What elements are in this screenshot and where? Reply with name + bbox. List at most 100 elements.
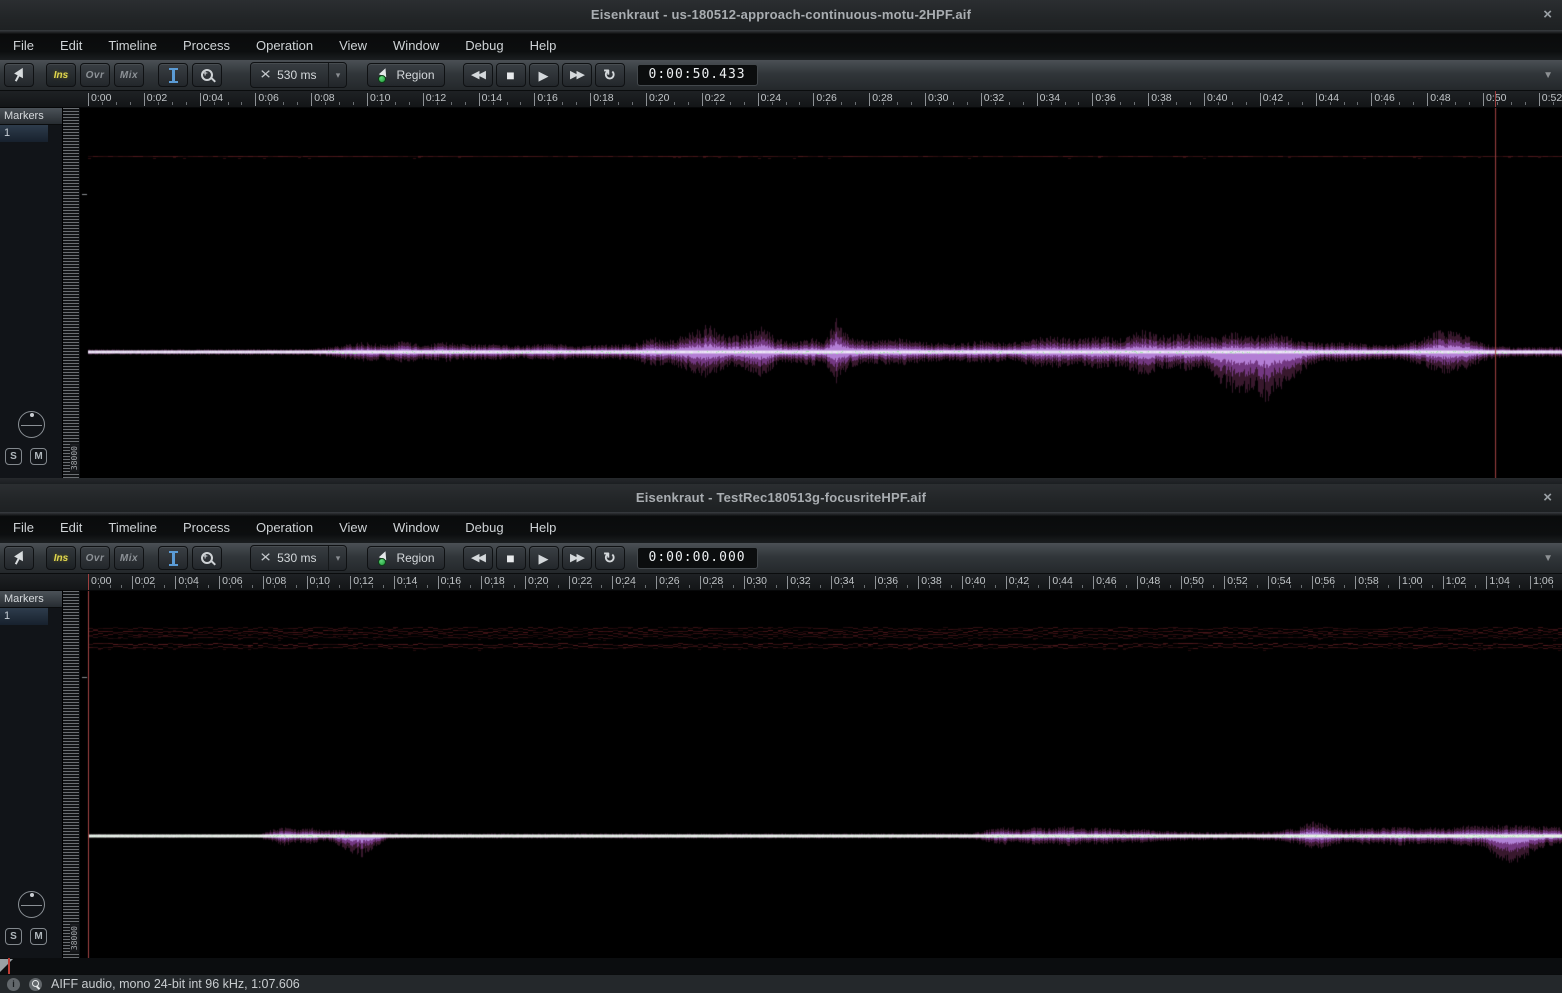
vertical-zoom-strip[interactable]: 38000 bbox=[62, 591, 79, 958]
timeline-ruler[interactable]: 0:000:020:040:060:080:100:120:140:160:18… bbox=[0, 574, 1562, 591]
loop-button[interactable]: ↻ bbox=[595, 546, 625, 570]
ruler-major-tick bbox=[918, 576, 919, 589]
marker-row[interactable]: 1 bbox=[0, 125, 48, 142]
playhead-cursor bbox=[1495, 91, 1496, 108]
ruler-minor-tick bbox=[1134, 102, 1135, 105]
ruler-minor-tick bbox=[208, 585, 209, 588]
menu-operation[interactable]: Operation bbox=[243, 30, 326, 60]
waveform-display[interactable] bbox=[80, 591, 1562, 958]
menu-process[interactable]: Process bbox=[170, 30, 243, 60]
fast-forward-button[interactable]: ▶▶ bbox=[562, 546, 592, 570]
text-cursor-tool-button[interactable] bbox=[158, 546, 188, 570]
menu-file[interactable]: File bbox=[0, 30, 47, 60]
time-display[interactable]: 0:00:00.000 bbox=[637, 547, 758, 569]
menu-edit[interactable]: Edit bbox=[47, 512, 95, 543]
menu-debug[interactable]: Debug bbox=[452, 512, 516, 543]
ruler-minor-tick bbox=[110, 585, 111, 588]
ruler-minor-tick bbox=[1301, 585, 1302, 588]
menu-window[interactable]: Window bbox=[380, 512, 452, 543]
plus-icon: + bbox=[203, 551, 208, 561]
timeline-ruler[interactable]: 0:000:020:040:060:080:100:120:140:160:18… bbox=[0, 91, 1562, 108]
marker-row[interactable]: 1 bbox=[0, 608, 48, 625]
menu-view[interactable]: View bbox=[326, 512, 380, 543]
ruler-time-label: 0:48 bbox=[1140, 575, 1160, 587]
mute-button[interactable]: M bbox=[30, 448, 47, 465]
waveform-display[interactable] bbox=[80, 108, 1562, 478]
ruler-minor-tick bbox=[317, 585, 318, 588]
overwrite-mode-button[interactable]: Ovr bbox=[80, 63, 110, 87]
ruler-time-label: 0:44 bbox=[1052, 575, 1072, 587]
vertical-zoom-strip[interactable]: 38000 bbox=[62, 108, 79, 478]
ruler-minor-tick bbox=[1288, 102, 1289, 105]
zoom-tool-button[interactable]: + bbox=[192, 63, 222, 87]
blend-time-dropdown[interactable]: × 530 ms ▾ bbox=[250, 62, 347, 88]
editor-window: Eisenkraut - TestRec180513g-focusriteHPF… bbox=[0, 484, 1562, 993]
text-cursor-tool-button[interactable] bbox=[158, 63, 188, 87]
ruler-time-label: 0:04 bbox=[178, 575, 198, 587]
zoom-tool-button[interactable]: + bbox=[192, 546, 222, 570]
loop-button[interactable]: ↻ bbox=[595, 63, 625, 87]
menu-view[interactable]: View bbox=[326, 30, 380, 60]
menu-operation[interactable]: Operation bbox=[243, 512, 326, 543]
menu-help[interactable]: Help bbox=[517, 512, 570, 543]
ruler-minor-tick bbox=[1519, 585, 1520, 588]
ruler-minor-tick bbox=[911, 102, 912, 105]
ruler-major-tick bbox=[479, 93, 480, 106]
ruler-minor-tick bbox=[1235, 585, 1236, 588]
ruler-major-tick bbox=[1181, 576, 1182, 589]
window-titlebar[interactable]: Eisenkraut - us-180512-approach-continuo… bbox=[0, 0, 1562, 30]
blend-time-value: 530 ms bbox=[277, 68, 328, 82]
ruler-major-tick bbox=[569, 576, 570, 589]
ruler-time-label: 0:08 bbox=[266, 575, 286, 587]
region-button[interactable]: Region bbox=[367, 63, 444, 87]
menu-edit[interactable]: Edit bbox=[47, 30, 95, 60]
pan-knob[interactable] bbox=[18, 891, 45, 918]
ruler-minor-tick bbox=[492, 585, 493, 588]
window-title: Eisenkraut - us-180512-approach-continuo… bbox=[591, 7, 971, 22]
menu-process[interactable]: Process bbox=[170, 512, 243, 543]
play-button[interactable]: ▶ bbox=[529, 546, 559, 570]
chevron-down-icon[interactable]: ▾ bbox=[328, 63, 346, 87]
blend-time-dropdown[interactable]: × 530 ms ▾ bbox=[250, 545, 347, 571]
ruler-minor-tick bbox=[548, 102, 549, 105]
play-button[interactable]: ▶ bbox=[529, 63, 559, 87]
solo-button[interactable]: S bbox=[5, 928, 22, 945]
pointer-tool-button[interactable] bbox=[4, 63, 34, 87]
mute-button[interactable]: M bbox=[30, 928, 47, 945]
ruler-minor-tick bbox=[1106, 102, 1107, 105]
toolbar-overflow-icon[interactable]: ▼ bbox=[1543, 70, 1553, 81]
ruler-major-tick bbox=[132, 576, 133, 589]
insert-mode-button[interactable]: Ins bbox=[46, 63, 76, 87]
stop-button[interactable]: ■ bbox=[496, 63, 526, 87]
menu-help[interactable]: Help bbox=[517, 30, 570, 60]
ruler-minor-tick bbox=[886, 585, 887, 588]
mix-mode-button[interactable]: Mix bbox=[114, 546, 144, 570]
chevron-down-icon[interactable]: ▾ bbox=[328, 546, 346, 570]
ruler-time-label: 0:10 bbox=[310, 575, 330, 587]
ruler-time-label: 0:00 bbox=[91, 575, 111, 587]
stop-button[interactable]: ■ bbox=[496, 546, 526, 570]
insert-mode-button[interactable]: Ins bbox=[46, 546, 76, 570]
rewind-button[interactable]: ◀◀ bbox=[463, 63, 493, 87]
toolbar-overflow-icon[interactable]: ▼ bbox=[1543, 553, 1553, 564]
region-button[interactable]: Region bbox=[367, 546, 444, 570]
overwrite-mode-button[interactable]: Ovr bbox=[80, 546, 110, 570]
solo-button[interactable]: S bbox=[5, 448, 22, 465]
fast-forward-button[interactable]: ▶▶ bbox=[562, 63, 592, 87]
menu-window[interactable]: Window bbox=[380, 30, 452, 60]
menu-debug[interactable]: Debug bbox=[452, 30, 516, 60]
mix-mode-button[interactable]: Mix bbox=[114, 63, 144, 87]
pan-knob[interactable] bbox=[18, 411, 45, 438]
menu-file[interactable]: File bbox=[0, 512, 47, 543]
menu-timeline[interactable]: Timeline bbox=[95, 30, 170, 60]
ruler-minor-tick bbox=[297, 102, 298, 105]
rewind-button[interactable]: ◀◀ bbox=[463, 546, 493, 570]
menu-timeline[interactable]: Timeline bbox=[95, 512, 170, 543]
ruler-time-label: 0:20 bbox=[528, 575, 548, 587]
close-icon[interactable]: × bbox=[1543, 484, 1552, 512]
time-display[interactable]: 0:00:50.433 bbox=[637, 64, 758, 86]
close-icon[interactable]: × bbox=[1543, 0, 1552, 30]
pointer-tool-button[interactable] bbox=[4, 546, 34, 570]
window-titlebar[interactable]: Eisenkraut - TestRec180513g-focusriteHPF… bbox=[0, 484, 1562, 512]
timeline-overview-strip[interactable] bbox=[0, 958, 1562, 974]
